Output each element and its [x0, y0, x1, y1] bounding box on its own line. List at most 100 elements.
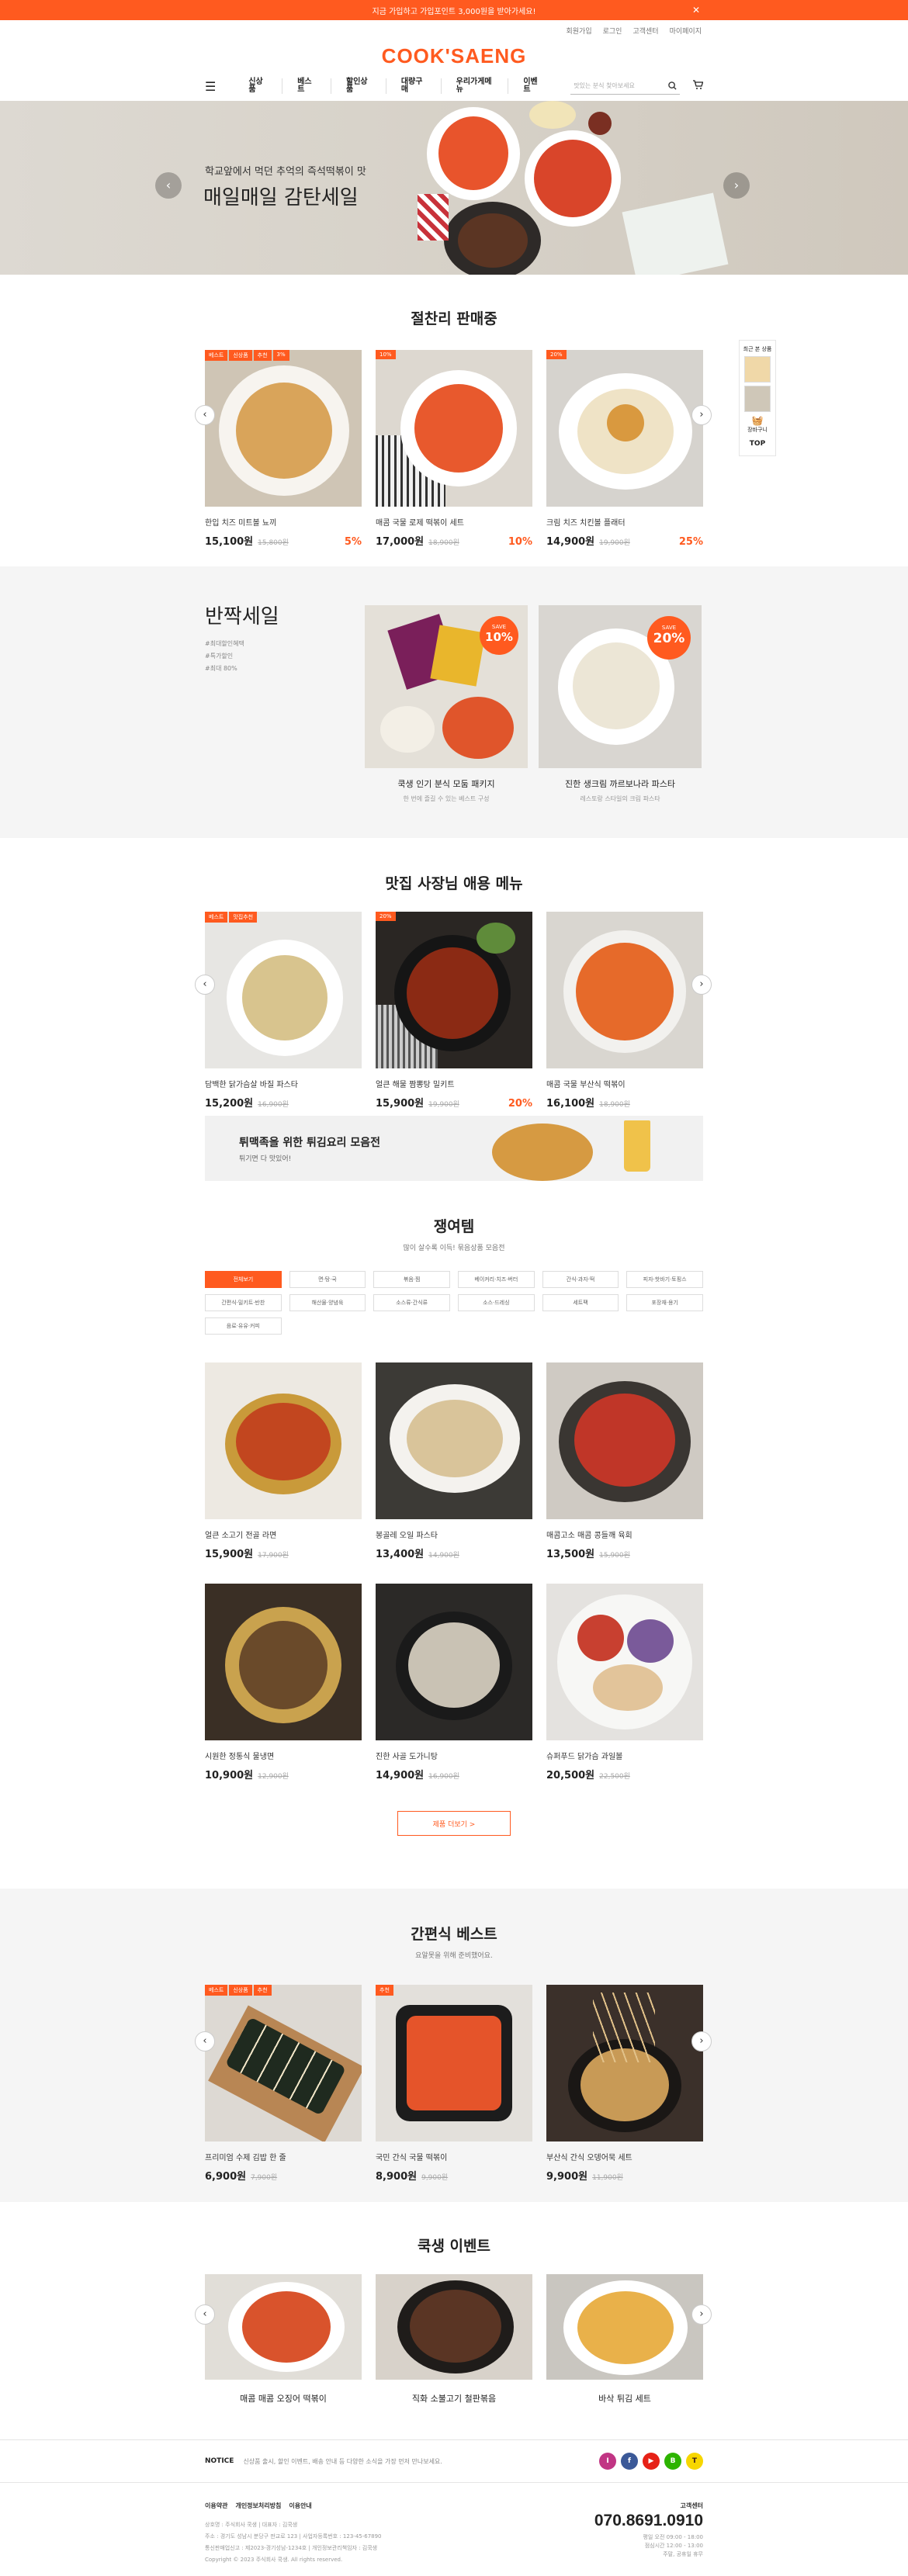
product-name[interactable]: 슈퍼푸드 닭가슴 과일볼 — [546, 1750, 703, 1761]
youtube-icon[interactable]: ▶ — [643, 2453, 660, 2470]
filter-chip[interactable]: 세트팩 — [542, 1294, 619, 1311]
product-image[interactable] — [205, 1584, 362, 1740]
product-name[interactable]: 얼큰 소고기 전골 라면 — [205, 1529, 362, 1540]
slider-prev-button[interactable]: ‹ — [195, 2304, 215, 2325]
product-image[interactable] — [205, 350, 362, 507]
slider-prev-button[interactable]: ‹ — [195, 405, 215, 425]
footer-link-privacy[interactable]: 개인정보처리방침 — [235, 2502, 281, 2510]
product-card[interactable]: 얼큰 소고기 전골 라면 15,900원 17,900원 — [205, 1362, 362, 1560]
flash-sale-card[interactable]: SAVE 10% 쿡생 인기 분식 모둠 패키지 한 번에 즐길 수 있는 베스… — [365, 605, 528, 803]
product-image[interactable] — [546, 912, 703, 1068]
product-card[interactable]: 10% 매콤 국물 로제 떡볶이 세트 17,000원 18,900원 10% — [376, 350, 532, 548]
event-caption[interactable]: 직화 소불고기 철판볶음 — [376, 2392, 532, 2405]
flash-sale-image[interactable]: SAVE 20% — [539, 605, 702, 768]
event-caption[interactable]: 바삭 튀김 세트 — [546, 2392, 703, 2405]
product-card[interactable]: 시원한 정통식 물냉면 10,900원 12,900원 — [205, 1584, 362, 1781]
footer-link-guide[interactable]: 이용안내 — [289, 2502, 311, 2510]
event-caption[interactable]: 매콤 매콤 오징어 떡볶이 — [205, 2392, 362, 2405]
product-name[interactable]: 국민 간식 국물 떡볶이 — [376, 2151, 532, 2162]
filter-chip[interactable]: 포장재·용기 — [626, 1294, 703, 1311]
product-image[interactable] — [546, 350, 703, 507]
filter-chip[interactable]: 면·탕·국 — [289, 1271, 366, 1288]
product-card[interactable]: 베스트 맛집추천 담백한 닭가슴살 바질 파스타 15,200원 16,900원 — [205, 912, 362, 1110]
close-icon[interactable]: ✕ — [692, 5, 700, 16]
more-products-button[interactable]: 제품 더보기 > — [397, 1811, 511, 1836]
event-card[interactable]: 매콤 매콤 오징어 떡볶이 — [205, 2274, 362, 2405]
product-card[interactable]: 베스트 신상품 추천 3% 한입 치즈 미트볼 뇨끼 15,100원 15,800… — [205, 350, 362, 548]
product-card[interactable]: 슈퍼푸드 닭가슴 과일볼 20,500원 22,500원 — [546, 1584, 703, 1781]
product-image[interactable] — [205, 1362, 362, 1519]
nav-item-bulk[interactable]: 대량구매 — [385, 78, 441, 94]
flash-sale-name[interactable]: 진한 생크림 까르보나라 파스타 — [539, 777, 702, 790]
product-card[interactable]: 20% 크림 치즈 치킨볼 플래터 14,900원 19,900원 25% — [546, 350, 703, 548]
product-image[interactable] — [376, 912, 532, 1068]
filter-chip[interactable]: 간편식·밀키트·반찬 — [205, 1294, 282, 1311]
cart-label[interactable]: 장바구니 — [740, 426, 775, 434]
product-image[interactable] — [376, 350, 532, 507]
filter-chip[interactable]: 소스·드레싱 — [457, 1294, 535, 1311]
product-card[interactable]: 부산식 간식 오뎅어묵 세트 9,900원 11,900원 — [546, 1985, 703, 2183]
slider-next-button[interactable]: › — [691, 975, 712, 995]
slider-prev-button[interactable]: ‹ — [195, 975, 215, 995]
product-image[interactable] — [205, 912, 362, 1068]
recent-product-thumb[interactable] — [744, 356, 771, 383]
product-image[interactable] — [205, 1985, 362, 2141]
product-name[interactable]: 매콤고소 매콤 콩들깨 육회 — [546, 1529, 703, 1540]
instagram-icon[interactable]: I — [599, 2453, 616, 2470]
util-link-signup[interactable]: 회원가입 — [567, 26, 592, 36]
notice-text[interactable]: 신상품 출시, 할인 이벤트, 배송 안내 등 다양한 소식을 가장 먼저 만나… — [243, 2457, 442, 2466]
product-name[interactable]: 매콤 국물 부산식 떡볶이 — [546, 1078, 703, 1089]
nav-item-shop-menu[interactable]: 우리가게메뉴 — [440, 78, 508, 94]
product-image[interactable] — [376, 1584, 532, 1740]
event-image[interactable] — [205, 2274, 362, 2380]
slider-next-button[interactable]: › — [691, 2304, 712, 2325]
product-name[interactable]: 매콤 국물 로제 떡볶이 세트 — [376, 516, 532, 528]
promo-message[interactable]: 지금 가입하고 가입포인트 3,000원을 받아가세요! — [373, 5, 536, 16]
product-name[interactable]: 진한 사골 도가니탕 — [376, 1750, 532, 1761]
filter-chip[interactable]: 피자·핫바기·토핑스 — [626, 1271, 703, 1288]
filter-chip[interactable]: 소스류·간식류 — [373, 1294, 450, 1311]
search-input[interactable]: 맛있는 분식 찾아보세요 — [570, 78, 680, 95]
blog-icon[interactable]: B — [664, 2453, 681, 2470]
product-card[interactable]: 베스트 신상품 추천 프리미엄 수제 김밥 한 줄 6,900원 7,900원 — [205, 1985, 362, 2183]
flash-sale-card[interactable]: SAVE 20% 진한 생크림 까르보나라 파스타 레스토랑 스타일의 크림 파… — [539, 605, 702, 803]
product-name[interactable]: 시원한 정통식 물냉면 — [205, 1750, 362, 1761]
product-image[interactable] — [546, 1584, 703, 1740]
product-card[interactable]: 20% 얼큰 해물 짬뽕탕 밀키트 15,900원 19,900원 20% — [376, 912, 532, 1110]
product-image[interactable] — [546, 1362, 703, 1519]
cart-icon[interactable] — [692, 79, 704, 93]
slider-next-button[interactable]: › — [691, 2031, 712, 2051]
nav-item-best[interactable]: 베스트 — [282, 78, 331, 94]
flash-sale-name[interactable]: 쿡생 인기 분식 모둠 패키지 — [365, 777, 528, 790]
product-name[interactable]: 봉골레 오일 파스타 — [376, 1529, 532, 1540]
product-name[interactable]: 얼큰 해물 짬뽕탕 밀키트 — [376, 1078, 532, 1089]
product-name[interactable]: 크림 치즈 치킨볼 플래터 — [546, 516, 703, 528]
event-card[interactable]: 바삭 튀김 세트 — [546, 2274, 703, 2405]
product-name[interactable]: 프리미엄 수제 김밥 한 줄 — [205, 2151, 362, 2162]
facebook-icon[interactable]: f — [621, 2453, 638, 2470]
slider-prev-button[interactable]: ‹ — [195, 2031, 215, 2051]
util-link-login[interactable]: 로그인 — [603, 26, 622, 36]
basket-icon[interactable]: 🧺 — [740, 415, 775, 426]
util-link-mypage[interactable]: 마이페이지 — [670, 26, 702, 36]
product-card[interactable]: 추천 국민 간식 국물 떡볶이 8,900원 9,900원 — [376, 1985, 532, 2183]
nav-item-event[interactable]: 이벤트 — [508, 78, 556, 94]
promo-bar[interactable]: 지금 가입하고 가입포인트 3,000원을 받아가세요! ✕ — [0, 0, 908, 20]
filter-chip[interactable]: 음료·유유·커피 — [205, 1317, 282, 1335]
event-image[interactable] — [376, 2274, 532, 2380]
cs-phone[interactable]: 070.8691.0910 — [594, 2512, 703, 2530]
nav-item-new[interactable]: 신상품 — [233, 78, 282, 94]
hero-next-button[interactable]: › — [723, 172, 750, 199]
menu-icon[interactable]: ☰ — [205, 79, 216, 94]
filter-chip[interactable]: 볶음·찜 — [373, 1271, 450, 1288]
product-image[interactable] — [376, 1362, 532, 1519]
product-name[interactable]: 한입 치즈 미트볼 뇨끼 — [205, 516, 362, 528]
filter-chip[interactable]: 베이커리·치즈·버터 — [457, 1271, 535, 1288]
product-card[interactable]: 매콤 국물 부산식 떡볶이 16,100원 18,900원 — [546, 912, 703, 1110]
filter-chip[interactable]: 해산물·양념육 — [289, 1294, 366, 1311]
product-image[interactable] — [376, 1985, 532, 2141]
nav-item-sale[interactable]: 할인상품 — [331, 78, 386, 94]
fried-food-banner[interactable]: 튀맥족을 위한 튀김요리 모음전 튀기면 다 맛있어! — [205, 1116, 703, 1181]
product-image[interactable] — [546, 1985, 703, 2141]
logo[interactable]: COOK'SAENG — [382, 44, 527, 68]
